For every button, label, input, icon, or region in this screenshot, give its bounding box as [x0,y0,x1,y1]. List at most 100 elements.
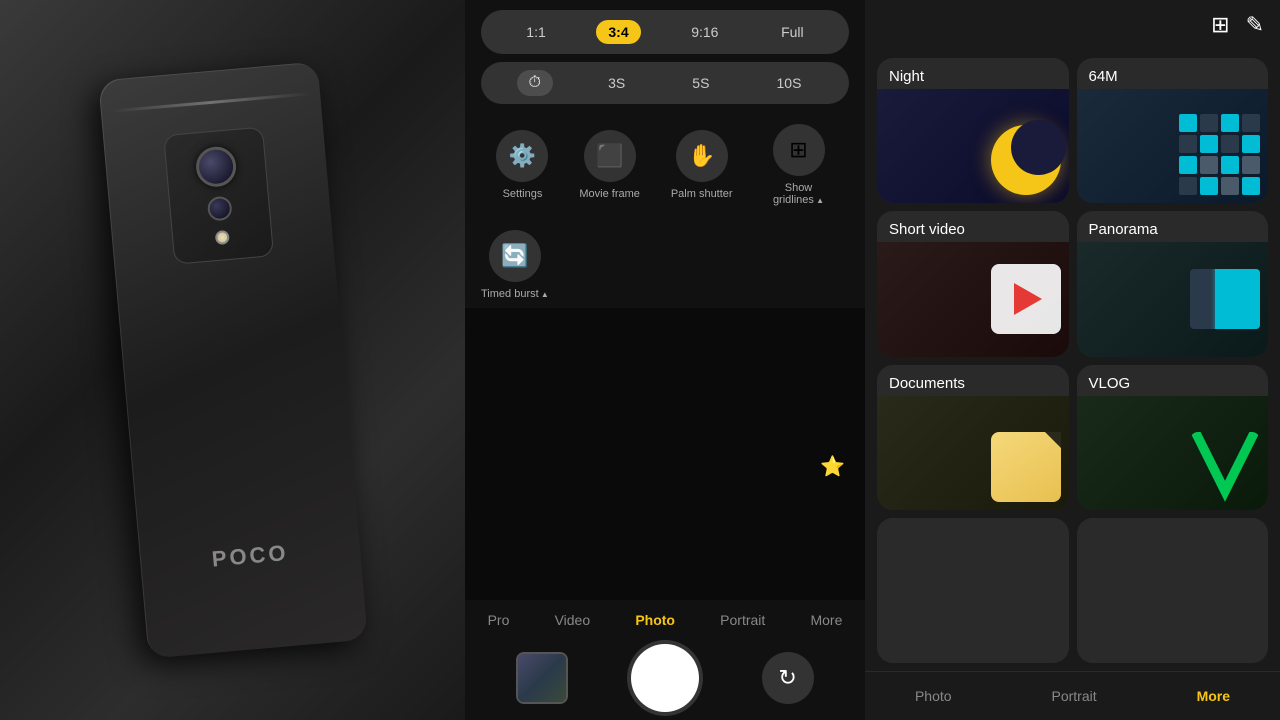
pixel-cell [1179,156,1197,174]
phone-background: POCO [0,0,465,720]
movie-frame-icon: ⬛ [596,143,623,169]
panorama-title: Panorama [1077,211,1269,242]
documents-visual [877,396,1069,510]
main-lens [194,145,237,188]
flip-icon: ↻ [778,665,796,691]
mode-grid: Night 64M [865,50,1280,671]
controls-row-2: 🔄 Timed burst [465,222,865,308]
right-panel: ⊞ ✎ Night 64M [865,0,1280,720]
pixel-cell [1242,135,1260,153]
pixel-cell [1200,135,1218,153]
night-visual [877,89,1069,203]
mode-pro[interactable]: Pro [480,608,518,632]
phone-stripe [110,92,310,112]
pixel-cell [1200,114,1218,132]
gridlines-button[interactable]: ⊞ [773,124,825,176]
mode-portrait[interactable]: Portrait [712,608,773,632]
gallery-thumb-image [518,654,566,702]
night-title: Night [877,58,1069,89]
viewfinder: ⭐ [465,308,865,600]
shutter-button[interactable] [631,644,699,712]
mode-card-documents[interactable]: Documents [877,365,1069,510]
pixel-cell [1179,177,1197,195]
partial-visual-1 [877,518,1069,663]
panorama-visual [1077,242,1269,356]
settings-label: Settings [503,188,543,200]
pixel-cell [1242,156,1260,174]
mode-card-partial-2[interactable] [1077,518,1269,663]
pixel-cell [1179,135,1197,153]
gallery-thumbnail[interactable] [516,652,568,704]
mode-more[interactable]: More [802,608,850,632]
timer-bar: ⏱ 3S 5S 10S [481,62,849,104]
64m-visual [1077,89,1269,203]
flip-camera-button[interactable]: ↻ [762,652,814,704]
vlog-visual [1077,396,1269,510]
timer-off[interactable]: ⏱ [517,70,553,96]
settings-button[interactable]: ⚙️ [496,130,548,182]
play-triangle [1014,283,1042,315]
controls-row: ⚙️ Settings ⬛ Movie frame ✋ Palm shutter… [465,108,865,222]
phone-body: POCO [98,62,368,659]
document-fold [1045,432,1061,448]
palm-icon: ✋ [688,143,715,169]
right-tab-portrait[interactable]: Portrait [1040,684,1109,708]
vlog-v-shape [1190,432,1260,502]
pixel-cell [1200,177,1218,195]
aspect-full[interactable]: Full [769,20,816,44]
bottom-nav: Pro Video Photo Portrait More ↻ [465,600,865,720]
mode-card-vlog[interactable]: VLOG [1077,365,1269,510]
mode-card-64m[interactable]: 64M [1077,58,1269,203]
settings-control[interactable]: ⚙️ Settings [496,130,548,200]
mode-card-night[interactable]: Night [877,58,1069,203]
movie-frame-control[interactable]: ⬛ Movie frame [579,130,640,200]
timer-10s[interactable]: 10S [765,71,814,95]
mode-card-short-video[interactable]: Short video [877,211,1069,356]
short-video-title: Short video [877,211,1069,242]
vlog-icon [1190,432,1260,502]
mode-tabs: Pro Video Photo Portrait More [465,600,865,640]
timed-burst-button[interactable]: 🔄 [489,230,541,282]
aspect-3-4[interactable]: 3:4 [596,20,640,44]
palm-shutter-label: Palm shutter [671,188,733,200]
document-icon [991,432,1061,502]
64m-title: 64M [1077,58,1269,89]
moon-icon [991,125,1061,195]
settings-icon: ⚙️ [509,143,536,169]
pixel-cell [1242,177,1260,195]
edit-icon[interactable]: ✎ [1246,12,1264,38]
pixel-cell [1200,156,1218,174]
gridlines-control[interactable]: ⊞ Show gridlines [764,124,834,206]
gridlines-icon: ⊞ [789,137,807,163]
left-panel: POCO [0,0,465,720]
aspect-1-1[interactable]: 1:1 [514,20,557,44]
camera-controls-row: ↻ [465,640,865,720]
right-bottom-tabs: Photo Portrait More [865,671,1280,720]
mode-photo[interactable]: Photo [627,608,683,632]
timer-3s[interactable]: 3S [596,71,637,95]
vlog-title: VLOG [1077,365,1269,396]
grid-view-icon[interactable]: ⊞ [1211,12,1229,38]
partial-visual-2 [1077,518,1269,663]
pixel-cell [1179,114,1197,132]
mode-video[interactable]: Video [547,608,599,632]
mode-card-panorama[interactable]: Panorama [1077,211,1269,356]
palm-shutter-control[interactable]: ✋ Palm shutter [671,130,733,200]
panorama-preview [1190,269,1260,329]
mode-card-partial-1[interactable] [877,518,1069,663]
play-icon [991,264,1061,334]
short-video-visual [877,242,1069,356]
timer-5s[interactable]: 5S [680,71,721,95]
aspect-9-16[interactable]: 9:16 [679,20,730,44]
gridlines-label: Show gridlines [764,182,834,206]
movie-frame-button[interactable]: ⬛ [584,130,636,182]
timed-burst-control[interactable]: 🔄 Timed burst [481,230,549,300]
palm-shutter-button[interactable]: ✋ [676,130,728,182]
flash [214,230,229,245]
aspect-ratio-bar: 1:1 3:4 9:16 Full [481,10,849,54]
right-tab-photo[interactable]: Photo [903,684,964,708]
pixel-grid-icon [1179,114,1260,195]
pixel-cell [1242,114,1260,132]
right-tab-more[interactable]: More [1185,684,1242,708]
timed-burst-icon: 🔄 [501,243,528,269]
